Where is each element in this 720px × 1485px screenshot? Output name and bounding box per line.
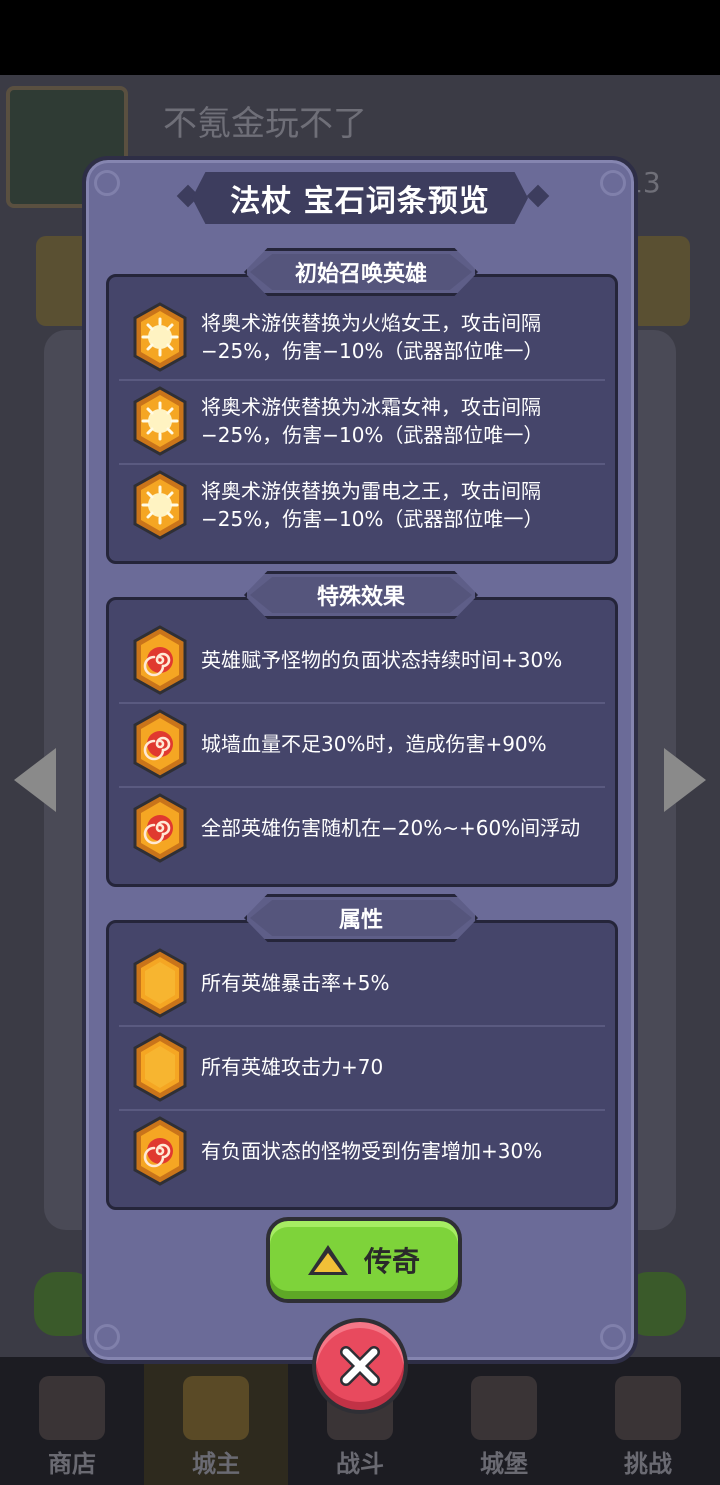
plain-gem-icon [133,948,187,1018]
modal-title: 法杖 宝石词条预览 [230,184,490,219]
shop-icon [39,1376,105,1440]
list-item: 将奥术游侠替换为火焰女王，攻击间隔−25%，伤害−10%（武器部位唯一） [109,295,615,379]
next-arrow-icon[interactable] [664,748,706,812]
section-label: 属性 [338,908,383,933]
nav-shop[interactable]: 商店 [0,1357,144,1485]
rank-triangle-icon [307,1245,348,1275]
sun-gem-icon [133,302,187,372]
section-label: 特殊效果 [316,585,405,610]
list-item: 所有英雄攻击力+70 [109,1025,615,1109]
list-item: 将奥术游侠替换为雷电之王，攻击间隔−25%，伤害−10%（武器部位唯一） [109,463,615,547]
spiral-gem-icon [133,709,187,779]
player-name: 不氪金玩不了 [163,104,367,144]
plain-gem-icon [133,1032,187,1102]
crown-icon [183,1376,249,1440]
nav-label: 商店 [48,1450,96,1478]
effect-text: 所有英雄攻击力+70 [201,1055,384,1079]
close-button[interactable] [312,1318,408,1414]
demon-icon [615,1376,681,1440]
nav-challenge[interactable]: 挑战 [576,1357,720,1485]
effect-text: 将奥术游侠替换为火焰女王，攻击间隔−25%，伤害−10%（武器部位唯一） [201,311,544,363]
background-side-panel-right [630,236,690,326]
effect-text: 将奥术游侠替换为雷电之王，攻击间隔−25%，伤害−10%（武器部位唯一） [201,479,544,531]
spiral-gem-icon [133,793,187,863]
list-item: 将奥术游侠替换为冰霜女神，攻击间隔−25%，伤害−10%（武器部位唯一） [109,379,615,463]
effect-text: 全部英雄伤害随机在−20%~+60%间浮动 [201,816,581,840]
nav-label: 战斗 [336,1450,384,1478]
corner-ornament-icon [94,170,120,196]
section-attributes: 所有英雄暴击率+5% 所有英雄攻击力+70 有负面状态的怪物受到伤害增加+30% [106,920,618,1210]
corner-ornament-icon [600,1324,626,1350]
effect-text: 城墙血量不足30%时，造成伤害+90% [201,732,547,756]
effect-text: 英雄赋予怪物的负面状态持续时间+30% [201,648,563,672]
nav-label: 城堡 [480,1450,528,1478]
top-status-bar [0,0,720,75]
spiral-gem-icon [133,1116,187,1186]
corner-ornament-icon [600,170,626,196]
effect-text: 所有英雄暴击率+5% [201,971,390,995]
nav-label: 挑战 [624,1450,672,1478]
corner-ornament-icon [94,1324,120,1350]
nav-castle[interactable]: 城堡 [432,1357,576,1485]
section-label: 初始召唤英雄 [294,262,427,287]
prev-arrow-icon[interactable] [14,748,56,812]
section-header-summon: 初始召唤英雄 [244,248,478,296]
castle-icon [471,1376,537,1440]
gem-preview-modal: 法杖 宝石词条预览 初始召唤英雄 将奥术游侠替换为火焰女王，攻击间隔−25%，伤… [82,156,638,1364]
effect-text: 将奥术游侠替换为冰霜女神，攻击间隔−25%，伤害−10%（武器部位唯一） [201,395,544,447]
spiral-gem-icon [133,625,187,695]
modal-title-bar: 法杖 宝石词条预览 [192,172,528,224]
list-item: 城墙血量不足30%时，造成伤害+90% [109,702,615,786]
list-item: 有负面状态的怪物受到伤害增加+30% [109,1109,615,1193]
section-special: 英雄赋予怪物的负面状态持续时间+30% 城墙血量不足30%时，造成伤害+90% … [106,597,618,887]
nav-lord[interactable]: 城主 [144,1357,288,1485]
legendary-button[interactable]: 传奇 [266,1217,462,1303]
section-header-attributes: 属性 [244,894,478,942]
nav-label: 城主 [192,1450,240,1478]
effect-text: 有负面状态的怪物受到伤害增加+30% [201,1139,543,1163]
list-item: 全部英雄伤害随机在−20%~+60%间浮动 [109,786,615,870]
section-header-special: 特殊效果 [244,571,478,619]
title-diamond-icon [526,184,550,208]
legendary-button-label: 传奇 [363,1245,420,1278]
sun-gem-icon [133,470,187,540]
section-summon: 将奥术游侠替换为火焰女王，攻击间隔−25%，伤害−10%（武器部位唯一） 将奥术… [106,274,618,564]
sun-gem-icon [133,386,187,456]
close-icon [340,1346,380,1386]
list-item: 所有英雄暴击率+5% [109,941,615,1025]
list-item: 英雄赋予怪物的负面状态持续时间+30% [109,618,615,702]
